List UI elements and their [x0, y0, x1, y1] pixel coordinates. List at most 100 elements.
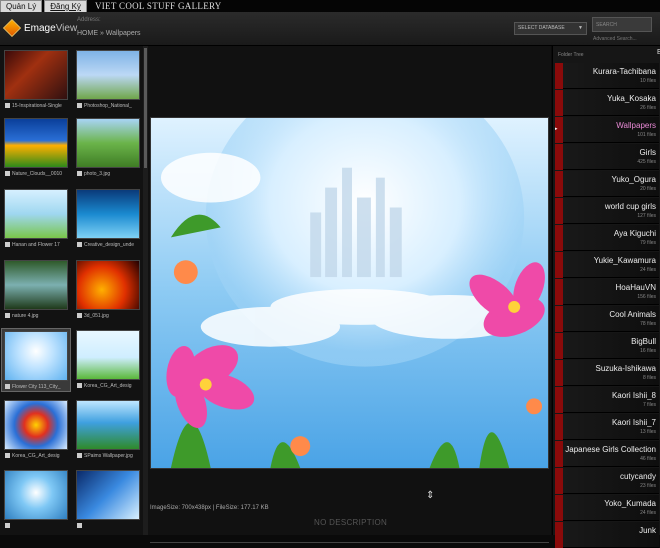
- thumbnail-caption: 3d_051.jpg: [84, 313, 109, 319]
- folder-item[interactable]: Kaori Ishii_8 7 files: [555, 387, 659, 413]
- folder-item[interactable]: Yukie_Kawamura 24 files: [555, 252, 659, 278]
- folder-count: 8 files: [642, 375, 656, 381]
- thumbnail-caption: Nature_Clouds__0010: [12, 171, 63, 177]
- thumbnail-item[interactable]: nature 4.jpg: [2, 258, 72, 322]
- divider: [150, 542, 549, 543]
- thumbnail-item[interactable]: Korea_CG_Art_desig: [74, 328, 144, 392]
- folder-name: world cup girls: [604, 202, 656, 211]
- logo-icon: [2, 18, 22, 38]
- image-icon: [5, 313, 10, 319]
- resize-handle-icon[interactable]: ⇕: [426, 490, 434, 501]
- thumbnail-item[interactable]: photo_3.jpg: [74, 116, 144, 180]
- image-icon: [5, 103, 10, 109]
- thumbnail-image: [4, 50, 68, 100]
- folder-bar: [555, 144, 563, 170]
- folder-count: 425 files: [637, 159, 656, 165]
- select-database-dropdown[interactable]: SELECT DATABASE ▼: [514, 22, 587, 35]
- image-icon: [77, 242, 82, 248]
- folder-bar: [555, 441, 563, 467]
- thumbnail-image: [76, 118, 140, 168]
- caret-right-icon: ▸: [555, 126, 558, 132]
- header: EmageView Address: HOME » Wallpapers SEL…: [0, 12, 660, 46]
- thumbnail-caption: Photoshop_National_: [84, 103, 132, 109]
- folder-bar: [555, 468, 563, 494]
- search-input[interactable]: [592, 17, 652, 32]
- folder-count: 156 files: [637, 294, 656, 300]
- folder-item[interactable]: Junk: [555, 522, 659, 548]
- preview-image[interactable]: [150, 117, 549, 469]
- folder-name: Junk: [639, 526, 656, 535]
- folder-bar: [555, 252, 563, 278]
- scrollbar-thumb[interactable]: [144, 48, 147, 168]
- thumbnail-image: [4, 260, 68, 310]
- folder-item[interactable]: Girls 425 files: [555, 144, 659, 170]
- image-icon: [77, 103, 82, 109]
- folder-item[interactable]: Japanese Girls Collection 46 files: [555, 441, 659, 467]
- folder-name: Suzuka-Ishikawa: [595, 364, 656, 373]
- folder-item[interactable]: Kaori Ishii_7 13 files: [555, 414, 659, 440]
- folder-name: Yuka_Kosaka: [607, 94, 656, 103]
- folder-count: 13 files: [640, 429, 656, 435]
- logo[interactable]: EmageView: [2, 18, 77, 38]
- folder-name: Kurara-Tachibana: [592, 67, 656, 76]
- thumbnail-caption: photo_3.jpg: [84, 171, 111, 177]
- folder-item[interactable]: Kurara-Tachibana 10 files: [555, 63, 659, 89]
- thumbnail-caption: Korea_CG_Art_desig: [84, 383, 132, 389]
- folder-bar: [555, 306, 563, 332]
- thumbnail-item[interactable]: Creative_design_unde: [74, 187, 144, 251]
- folder-name: HoaHauVN: [615, 283, 656, 292]
- thumbnail-item[interactable]: [2, 468, 72, 532]
- folder-bar: [555, 279, 563, 305]
- thumbnail-item-selected[interactable]: Flower City 113_City_: [1, 328, 71, 392]
- folder-item[interactable]: cutycandy 23 files: [555, 468, 659, 494]
- folder-bar: [555, 171, 563, 197]
- folder-item[interactable]: world cup girls 127 files: [555, 198, 659, 224]
- thumbnail-caption: Flower City 113_City_: [12, 384, 61, 390]
- image-icon: [77, 453, 82, 459]
- folder-item[interactable]: BigBull 16 files: [555, 333, 659, 359]
- thumbnail-item[interactable]: SPaims Wallpaper.jpg: [74, 398, 144, 462]
- thumbnail-item[interactable]: Nature_Clouds__0010: [2, 116, 72, 180]
- breadcrumb[interactable]: HOME » Wallpapers: [77, 30, 141, 37]
- chevron-down-icon: ▼: [578, 25, 583, 31]
- image-icon: [5, 523, 10, 529]
- address-label: Address:: [77, 17, 101, 23]
- image-icon: [77, 523, 82, 529]
- image-icon: [5, 171, 10, 177]
- folder-item[interactable]: HoaHauVN 156 files: [555, 279, 659, 305]
- tab-register[interactable]: Đăng Ký: [44, 0, 87, 12]
- folder-count: 26 files: [640, 105, 656, 111]
- folder-name: Girls: [639, 148, 656, 157]
- image-description: NO DESCRIPTION: [314, 518, 388, 527]
- folder-bar: [555, 225, 563, 251]
- folder-name: cutycandy: [619, 472, 656, 481]
- thumbnail-item[interactable]: 3d_051.jpg: [74, 258, 144, 322]
- folder-item[interactable]: Yoko_Kumada 24 files: [555, 495, 659, 521]
- folder-item-active[interactable]: ▸ Wallpapers 101 files: [555, 117, 659, 143]
- thumbnail-item[interactable]: 15-Inspirational-Single: [2, 48, 72, 112]
- thumbnail-image: [76, 50, 140, 100]
- folder-name: Yuko_Ogura: [611, 175, 656, 184]
- advanced-search-link[interactable]: Advanced Search...: [593, 36, 637, 42]
- thumbnail-item[interactable]: Korea_CG_Art_desig: [2, 398, 72, 462]
- folder-count: 78 files: [640, 321, 656, 327]
- folder-item[interactable]: Suzuka-Ishikawa 8 files: [555, 360, 659, 386]
- folder-bar: [555, 63, 563, 89]
- image-icon: [77, 383, 82, 389]
- folder-item[interactable]: Yuka_Kosaka 26 files: [555, 90, 659, 116]
- folder-item[interactable]: Cool Animals 78 files: [555, 306, 659, 332]
- folder-bar: [555, 198, 563, 224]
- folder-item[interactable]: Aya Kiguchi 79 files: [555, 225, 659, 251]
- tab-manage[interactable]: Quản Lý: [0, 0, 43, 12]
- folder-bar: [555, 387, 563, 413]
- thumbnail-image: [76, 470, 140, 520]
- thumbnail-image: [76, 330, 140, 380]
- select-database-label: SELECT DATABASE: [518, 25, 565, 31]
- thumbnail-item[interactable]: Photoshop_National_: [74, 48, 144, 112]
- folder-name: Japanese Girls Collection: [565, 445, 656, 454]
- thumbnail-item[interactable]: [74, 468, 144, 532]
- folder-bar: [555, 495, 563, 521]
- folder-item[interactable]: Yuko_Ogura 20 files: [555, 171, 659, 197]
- thumbnail-item[interactable]: Hanan and Flower 17: [2, 187, 72, 251]
- folder-name: Cool Animals: [609, 310, 656, 319]
